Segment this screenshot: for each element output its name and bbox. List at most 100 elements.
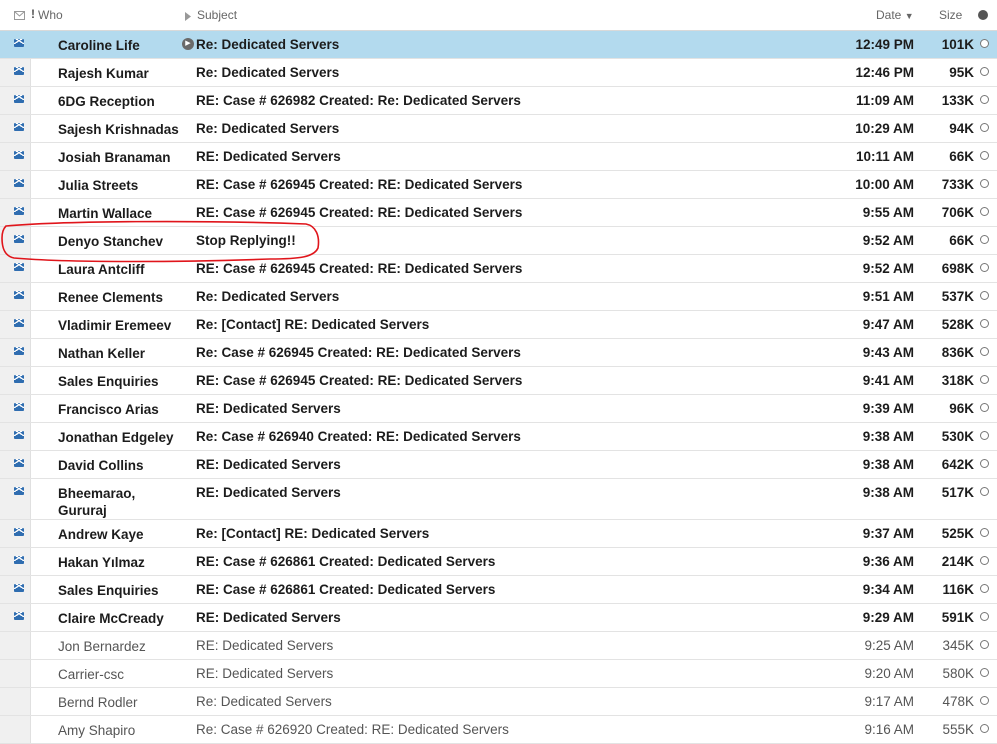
message-row[interactable]: Caroline Life ▶ Re: Dedicated Servers 12:49… [0, 31, 997, 59]
envelope-column-icon[interactable] [14, 9, 25, 23]
message-row[interactable]: Rajesh Kumar Re: Dedicated Servers 12:46 P… [0, 59, 997, 87]
status-circle-icon[interactable] [980, 431, 989, 440]
status-circle-icon[interactable] [980, 67, 989, 76]
envelope-icon[interactable] [14, 95, 24, 103]
subject-text: RE: Case # 626861 Created: Dedicated Ser… [196, 582, 496, 597]
status-circle-icon[interactable] [980, 459, 989, 468]
message-row[interactable]: Claire McCready RE: Dedicated Servers 9:29… [0, 604, 997, 632]
sender-name: Bernd Rodler [58, 695, 138, 710]
envelope-icon[interactable] [14, 123, 24, 131]
status-circle-icon[interactable] [980, 39, 989, 48]
status-circle-icon[interactable] [980, 235, 989, 244]
message-row[interactable]: Jon Bernardez RE: Dedicated Servers 9:25 A… [0, 632, 997, 660]
size-column-header[interactable]: Size [939, 8, 962, 22]
row-gutter [0, 660, 31, 687]
message-row[interactable]: Julia Streets RE: Case # 626945 Created: … [0, 171, 997, 199]
message-size: 706K [941, 205, 974, 220]
message-row[interactable]: 6DG Reception RE: Case # 626982 Created: … [0, 87, 997, 115]
message-row[interactable]: Renee Clements Re: Dedicated Servers 9:51 … [0, 283, 997, 311]
status-circle-icon[interactable] [980, 403, 989, 412]
envelope-icon[interactable] [14, 347, 24, 355]
message-row[interactable]: Sajesh Krishnadas Re: Dedicated Servers 10… [0, 115, 997, 143]
who-column-header[interactable]: Who [38, 8, 63, 22]
subject-column-header[interactable]: Subject [197, 8, 237, 22]
column-header: ! Who Subject Date ▼ Size [0, 0, 997, 31]
message-row[interactable]: Nathan Keller Re: Case # 626945 Created: … [0, 339, 997, 367]
envelope-icon[interactable] [14, 375, 24, 383]
status-circle-icon[interactable] [980, 640, 989, 649]
envelope-icon[interactable] [14, 207, 24, 215]
message-date: 9:37 AM [862, 526, 914, 541]
row-gutter [0, 143, 31, 170]
status-circle-icon[interactable] [980, 319, 989, 328]
envelope-icon[interactable] [14, 528, 24, 536]
subject-text: Re: Dedicated Servers [196, 694, 332, 709]
thread-play-icon[interactable]: ▶ [182, 38, 194, 50]
message-row[interactable]: Hakan Yılmaz RE: Case # 626861 Created: D… [0, 548, 997, 576]
status-circle-icon[interactable] [980, 724, 989, 733]
subject-text: RE: Dedicated Servers [196, 149, 341, 164]
sender-name: Caroline Life [58, 38, 140, 53]
message-row[interactable]: Bernd Rodler Re: Dedicated Servers 9:17 AM… [0, 688, 997, 716]
status-circle-icon[interactable] [980, 375, 989, 384]
subject-expand-icon[interactable] [185, 10, 191, 24]
message-row[interactable]: David Collins RE: Dedicated Servers 9:38 A… [0, 451, 997, 479]
envelope-icon[interactable] [14, 556, 24, 564]
status-column-icon[interactable] [978, 10, 988, 20]
message-row[interactable]: Laura Antcliff RE: Case # 626945 Created:… [0, 255, 997, 283]
status-circle-icon[interactable] [980, 487, 989, 496]
envelope-icon[interactable] [14, 319, 24, 327]
message-size: 733K [941, 177, 974, 192]
message-size: 537K [941, 289, 974, 304]
envelope-icon[interactable] [14, 612, 24, 620]
status-circle-icon[interactable] [980, 151, 989, 160]
envelope-icon[interactable] [14, 67, 24, 75]
envelope-icon[interactable] [14, 291, 24, 299]
message-size: 836K [941, 345, 974, 360]
row-gutter [0, 255, 31, 282]
status-circle-icon[interactable] [980, 696, 989, 705]
status-circle-icon[interactable] [980, 207, 989, 216]
status-circle-icon[interactable] [980, 95, 989, 104]
message-row[interactable]: Denyo Stanchev Stop Replying!! 9:52 AM 66K [0, 227, 997, 255]
message-date: 9:38 AM [862, 429, 914, 444]
status-circle-icon[interactable] [980, 528, 989, 537]
status-circle-icon[interactable] [980, 668, 989, 677]
message-row[interactable]: Sales Enquiries RE: Case # 626945 Created… [0, 367, 997, 395]
message-rows: Caroline Life ▶ Re: Dedicated Servers 12:49… [0, 31, 997, 744]
message-row[interactable]: Andrew Kaye Re: [Contact] RE: Dedicated S… [0, 520, 997, 548]
message-date: 9:52 AM [862, 233, 914, 248]
status-circle-icon[interactable] [980, 556, 989, 565]
status-circle-icon[interactable] [980, 584, 989, 593]
envelope-icon[interactable] [14, 179, 24, 187]
envelope-icon[interactable] [14, 235, 24, 243]
message-row[interactable]: Francisco Arias RE: Dedicated Servers 9:39… [0, 395, 997, 423]
status-circle-icon[interactable] [980, 291, 989, 300]
envelope-icon[interactable] [14, 403, 24, 411]
envelope-icon[interactable] [14, 431, 24, 439]
envelope-icon[interactable] [14, 487, 24, 495]
status-circle-icon[interactable] [980, 612, 989, 621]
message-row[interactable]: Jonathan Edgeley Re: Case # 626940 Create… [0, 423, 997, 451]
row-gutter [0, 283, 31, 310]
message-row[interactable]: Sales Enquiries RE: Case # 626861 Created… [0, 576, 997, 604]
status-circle-icon[interactable] [980, 123, 989, 132]
subject-text: RE: Case # 626982 Created: Re: Dedicated… [196, 93, 521, 108]
message-row[interactable]: Amy Shapiro Re: Case # 626920 Created: RE… [0, 716, 997, 744]
status-circle-icon[interactable] [980, 347, 989, 356]
date-column-header[interactable]: Date ▼ [876, 8, 914, 22]
envelope-icon[interactable] [14, 584, 24, 592]
message-row[interactable]: Martin Wallace RE: Case # 626945 Created:… [0, 199, 997, 227]
message-row[interactable]: Carrier-csc RE: Dedicated Servers 9:20 AM 5… [0, 660, 997, 688]
status-circle-icon[interactable] [980, 179, 989, 188]
sender-name: Hakan Yılmaz [58, 555, 145, 570]
envelope-icon[interactable] [14, 39, 24, 47]
envelope-icon[interactable] [14, 151, 24, 159]
message-row[interactable]: Bheemarao, Gururaj RE: Dedicated Servers 9… [0, 479, 997, 520]
message-row[interactable]: Josiah Branaman RE: Dedicated Servers 10:1… [0, 143, 997, 171]
envelope-icon[interactable] [14, 459, 24, 467]
important-column-icon[interactable]: ! [31, 7, 35, 21]
status-circle-icon[interactable] [980, 263, 989, 272]
message-row[interactable]: Vladimir Eremeev Re: [Contact] RE: Dedica… [0, 311, 997, 339]
envelope-icon[interactable] [14, 263, 24, 271]
